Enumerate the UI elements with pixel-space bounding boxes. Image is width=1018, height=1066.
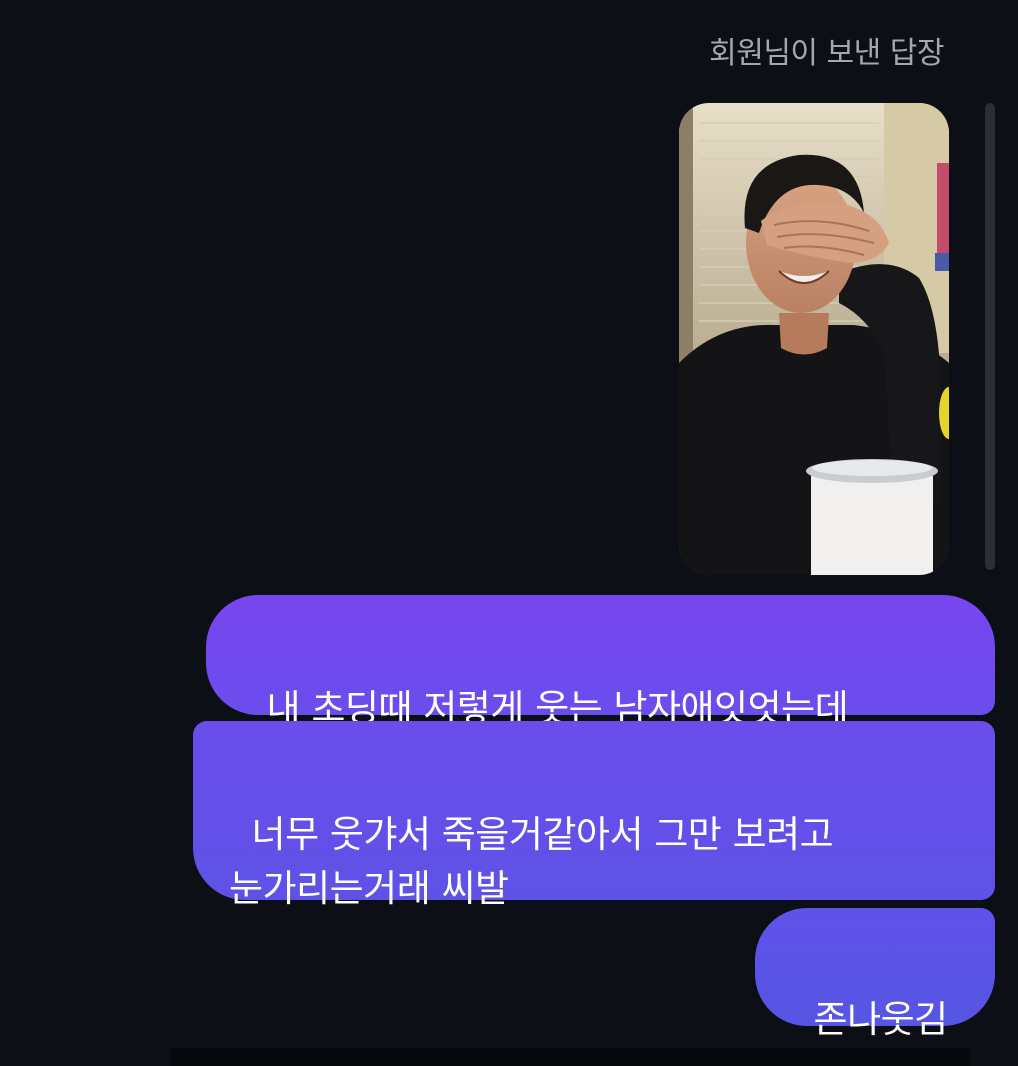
message-bubble[interactable]: 너무 웃갸서 죽을거같아서 그만 보려고 눈가리는거래 씨발: [193, 721, 995, 910]
bottom-divider: [170, 1048, 970, 1066]
reply-photo[interactable]: [679, 103, 949, 575]
message-text: 너무 웃갸서 죽을거같아서 그만 보려고 눈가리는거래 씨발: [229, 813, 834, 910]
reply-header: 회원님이 보낸 답장: [709, 36, 944, 71]
photo-image: [679, 103, 949, 575]
message-bubble[interactable]: 존나웃김: [755, 908, 995, 1041]
message-text: 존나웃김: [813, 998, 949, 1041]
scrollbar[interactable]: [985, 103, 995, 570]
message-bubble[interactable]: 내 초딩때 저렇게 웃는 남자애잇엇는데: [206, 595, 995, 730]
